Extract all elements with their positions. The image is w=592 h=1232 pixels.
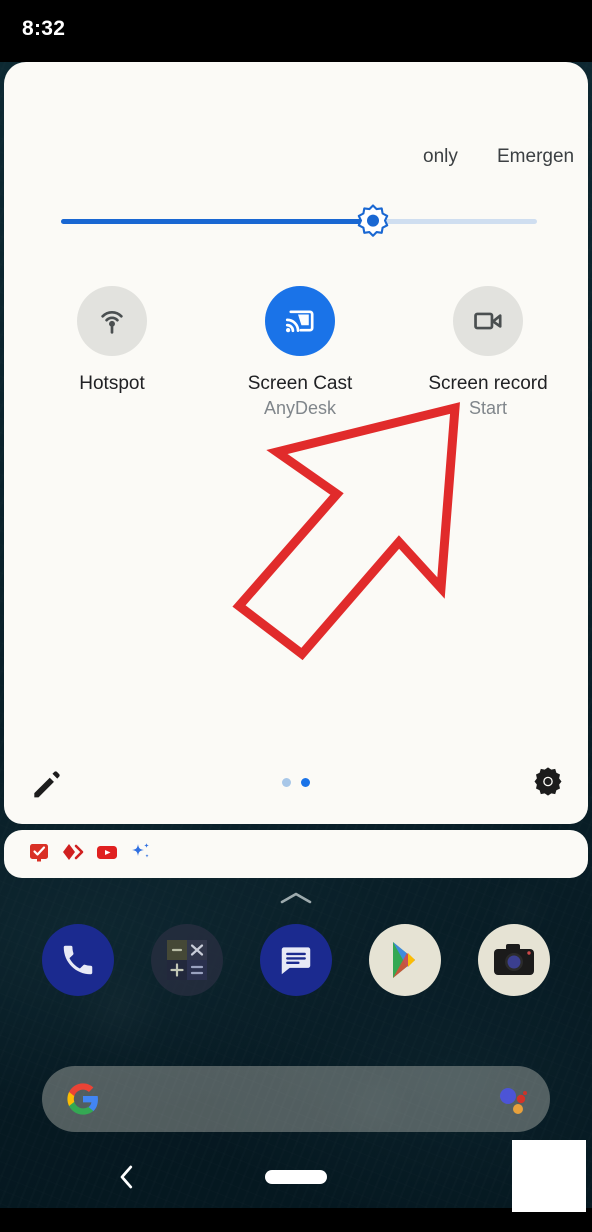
status-bar: 8:32 xyxy=(0,0,592,62)
google-g-icon xyxy=(66,1082,100,1116)
hotspot-tile-background xyxy=(77,286,147,356)
cast-icon xyxy=(285,310,314,333)
page-indicator xyxy=(282,778,310,787)
chevron-up-icon[interactable] xyxy=(276,890,316,906)
notification-shelf[interactable] xyxy=(4,830,588,878)
screen-record-tile-background xyxy=(453,286,523,356)
carrier-status-row: only Emergen xyxy=(4,146,588,174)
pencil-edit-icon[interactable] xyxy=(28,766,64,802)
quick-settings-footer xyxy=(4,748,588,824)
status-bar-clock: 8:32 xyxy=(22,17,66,40)
play-store-icon xyxy=(392,942,415,978)
messages-icon xyxy=(281,947,311,975)
hotspot-tile-label: Hotspot xyxy=(79,373,145,394)
qs-tile-screen-record[interactable]: Screen record Start xyxy=(413,286,563,420)
gear-icon[interactable] xyxy=(530,765,566,801)
page-dot-2[interactable] xyxy=(301,778,310,787)
play-store-app[interactable] xyxy=(368,924,441,996)
phone-icon xyxy=(64,945,93,975)
camera-icon xyxy=(493,944,534,975)
phone-screen: only Emergen Hotspot Screen Cast AnyDesk… xyxy=(0,0,592,1232)
carrier-label: only xyxy=(423,146,458,167)
screen-cast-tile-label: Screen Cast xyxy=(247,373,353,394)
camera-app[interactable] xyxy=(477,924,550,996)
screen-cast-tile-background xyxy=(265,286,335,356)
wifi-tethering-icon xyxy=(101,311,123,334)
videocam-icon xyxy=(474,312,502,330)
qs-tile-screen-cast[interactable]: Screen Cast AnyDesk xyxy=(225,286,375,420)
screen-cast-tile-subtitle: AnyDesk xyxy=(263,398,337,418)
dock xyxy=(0,922,592,998)
tasks-checkbox-icon[interactable] xyxy=(28,841,50,863)
google-assistant-icon[interactable] xyxy=(498,1086,528,1116)
white-overlay-block xyxy=(512,1140,586,1212)
navigation-bar xyxy=(0,1148,592,1208)
gemini-sparkle-icon[interactable] xyxy=(130,841,152,863)
bottom-bezel xyxy=(0,1208,592,1232)
youtube-icon[interactable] xyxy=(96,841,118,863)
phone-app[interactable] xyxy=(42,924,115,996)
chevron-left-icon[interactable] xyxy=(112,1162,142,1192)
notification-icon-row xyxy=(28,841,152,863)
home-pill-icon[interactable] xyxy=(265,1170,327,1184)
screen-record-tile-subtitle: Start xyxy=(468,398,507,418)
anydesk-icon[interactable] xyxy=(62,841,84,863)
calculator-app[interactable] xyxy=(151,924,224,996)
google-search-bar[interactable] xyxy=(42,1066,550,1132)
screen-record-tile-label: Screen record xyxy=(428,373,548,394)
annotation-arrow xyxy=(219,392,479,672)
messages-app[interactable] xyxy=(259,924,332,996)
calculator-icon xyxy=(167,940,208,980)
quick-settings-panel: only Emergen Hotspot Screen Cast AnyDesk… xyxy=(4,62,588,824)
brightness-fill xyxy=(61,219,375,224)
brightness-slider[interactable] xyxy=(61,204,537,237)
page-dot-1[interactable] xyxy=(282,778,291,787)
qs-tile-hotspot[interactable]: Hotspot xyxy=(37,286,187,397)
brightness-sun-icon[interactable] xyxy=(355,203,391,239)
emergency-label: Emergen xyxy=(497,146,575,167)
